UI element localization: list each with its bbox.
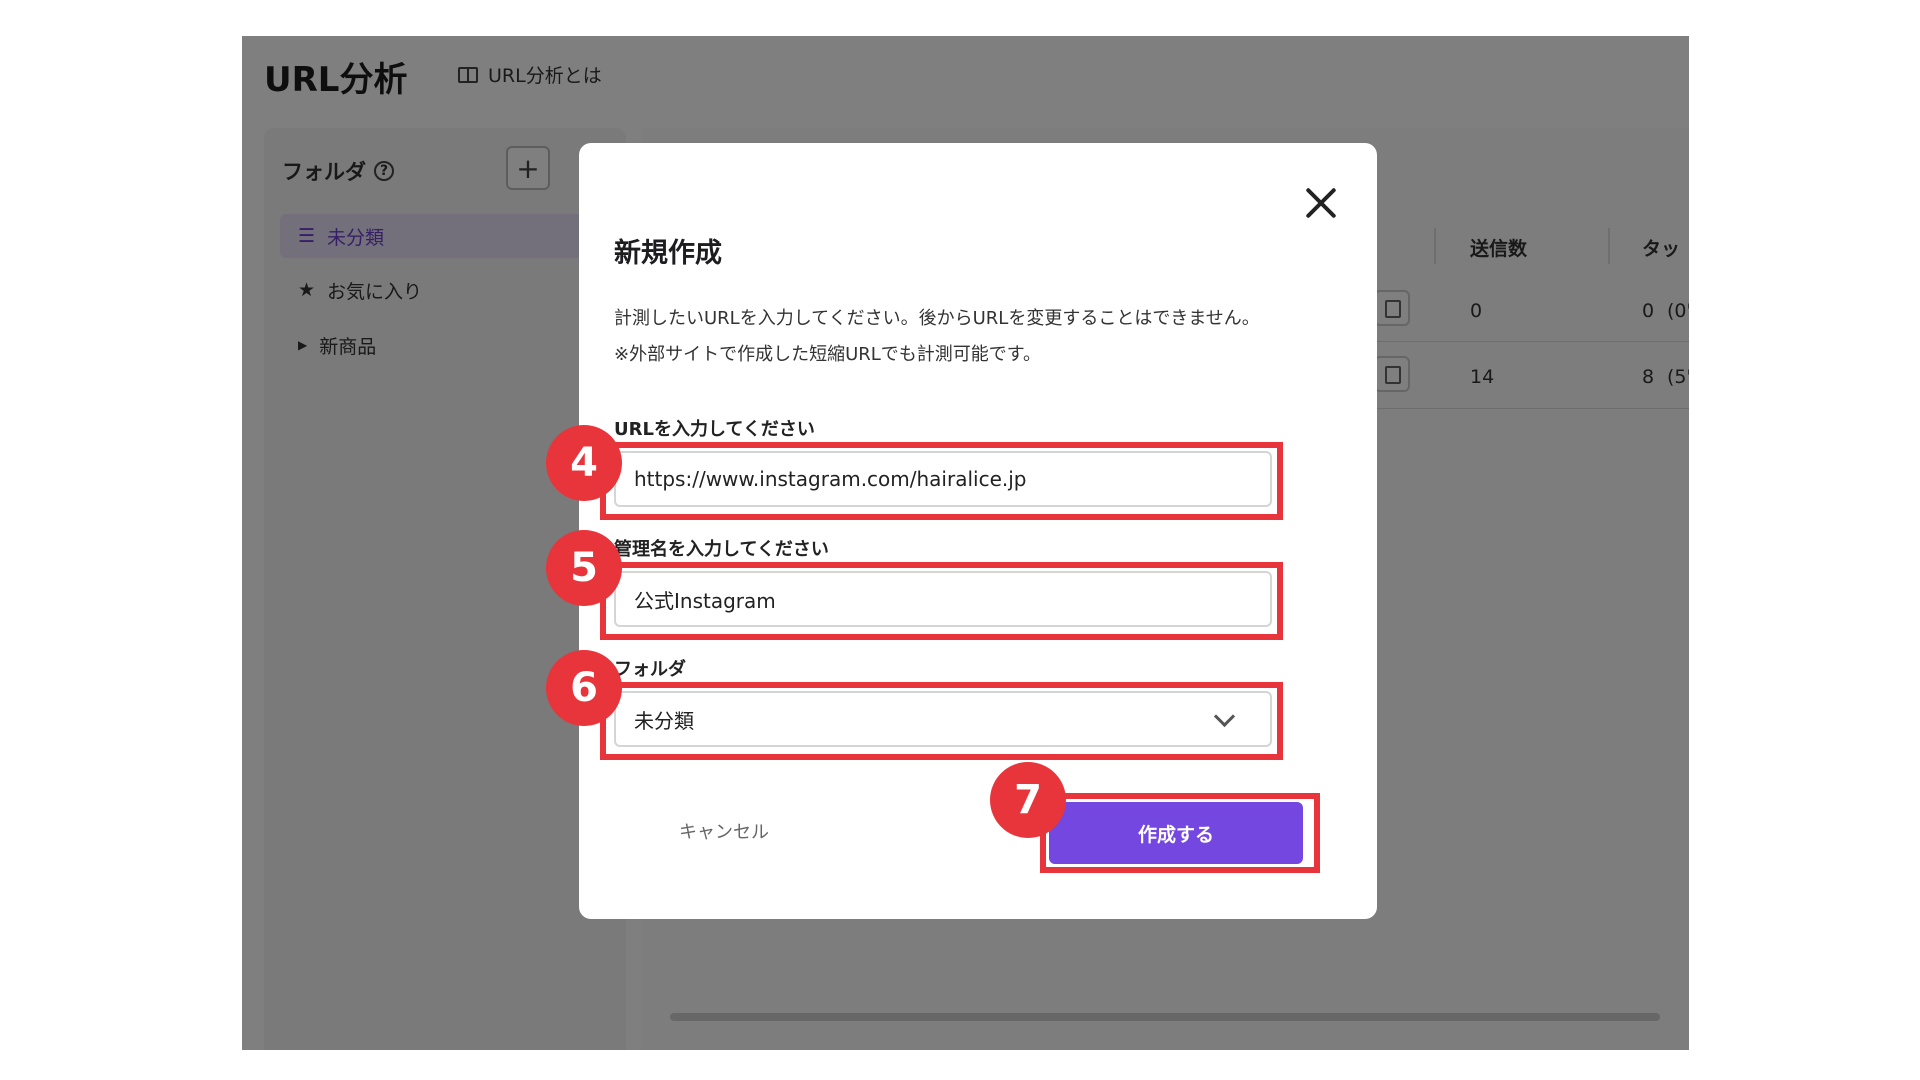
highlight-frame-name (600, 562, 1283, 640)
close-icon[interactable] (1301, 183, 1341, 223)
highlight-frame-folder (600, 682, 1283, 760)
highlight-frame-url (600, 442, 1283, 520)
dialog-description: 計測したいURLを入力してください。後からURLを変更することはできません。 ※… (614, 301, 1260, 373)
folder-field-label: フォルダ (614, 659, 686, 680)
description-line: 計測したいURLを入力してください。後からURLを変更することはできません。 (614, 308, 1260, 329)
description-note: ※外部サイトで作成した短縮URLでも計測可能です。 (614, 344, 1041, 365)
name-field-label: 管理名を入力してください (614, 539, 829, 560)
step-badge-6: 6 (546, 650, 622, 726)
highlight-frame-create (1040, 793, 1320, 873)
step-badge-5: 5 (546, 530, 622, 606)
step-badge-7: 7 (990, 762, 1066, 838)
step-badge-4: 4 (546, 425, 622, 501)
url-field-label: URLを入力してください (614, 419, 815, 440)
cancel-button[interactable]: キャンセル (679, 818, 769, 844)
dialog-title: 新規作成 (614, 238, 722, 269)
